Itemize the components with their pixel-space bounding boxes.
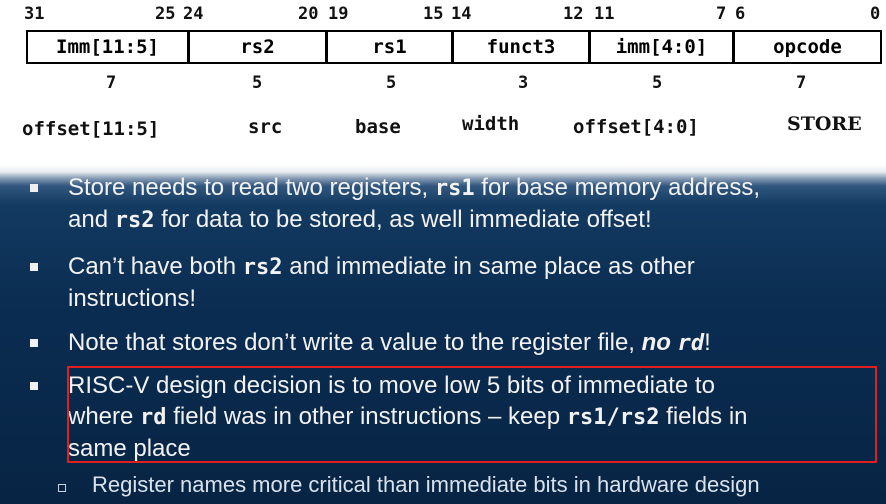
bullet-1-text-d: for data to be stored, as well immediate… [154, 206, 652, 233]
bit-number-25: 25 [155, 4, 176, 24]
bullet-3-no: no [641, 329, 678, 356]
width-imm-4-0: 5 [652, 73, 663, 93]
bit-number-6: 6 [735, 4, 746, 24]
bullet-1-text-b: for base memory address, [474, 174, 761, 201]
field-imm-4-0: imm[4:0] [591, 32, 735, 62]
sub-bullet-square-icon [58, 484, 66, 492]
bit-number-0: 0 [870, 4, 881, 24]
field-funct3: funct3 [454, 32, 591, 62]
bullet-3-rd: rd [677, 331, 705, 356]
label-offset-4-0: offset[4:0] [573, 116, 699, 138]
bullet-2-text-b: and immediate in same place as other [282, 253, 695, 280]
label-width: width [462, 113, 520, 135]
bullet-square-icon [30, 184, 38, 192]
bullet-1-rs1: rs1 [434, 176, 475, 201]
field-rs1: rs1 [328, 32, 454, 62]
bit-number-14: 14 [451, 4, 472, 24]
field-imm-11-5: Imm[11:5] [28, 32, 190, 62]
label-store: STORE [787, 113, 862, 135]
bit-number-7: 7 [716, 4, 727, 24]
bit-number-24: 24 [183, 4, 204, 24]
field-rs2: rs2 [190, 32, 328, 62]
width-rs2: 5 [252, 73, 263, 93]
field-opcode: opcode [773, 36, 842, 58]
bullet-2-rs2: rs2 [242, 255, 283, 280]
bullet-1-rs2: rs2 [114, 208, 155, 233]
bit-number-20: 20 [298, 4, 319, 24]
label-offset-11-5: offset[11:5] [22, 118, 160, 140]
bullet-square-icon [30, 382, 38, 390]
bullet-2-text-c: instructions! [68, 285, 197, 312]
bit-number-31: 31 [24, 4, 45, 24]
bit-number-12: 12 [563, 4, 584, 24]
width-funct3: 3 [518, 73, 529, 93]
bit-number-19: 19 [328, 4, 349, 24]
bullet-item-2: Can’t have both rs2 and immediate in sam… [30, 251, 695, 314]
bullet-3-text-b: ! [704, 329, 711, 356]
bullet-2-text-a: Can’t have both [68, 253, 243, 280]
width-opcode: 7 [796, 73, 807, 93]
bit-number-15: 15 [423, 4, 444, 24]
label-base: base [355, 116, 401, 138]
bullet-1-text-c: and [68, 206, 115, 233]
width-imm-11-5: 7 [106, 73, 117, 93]
width-rs1: 5 [386, 73, 397, 93]
bit-number-11: 11 [594, 4, 615, 24]
bullet-item-1: Store needs to read two registers, rs1 f… [30, 172, 760, 236]
bullet-3-text-a: Note that stores don’t write a value to … [68, 329, 642, 356]
bullet-square-icon [30, 339, 38, 347]
label-src: src [248, 116, 283, 138]
bullet-square-icon [30, 263, 38, 271]
sub-bullet-text: Register names more critical than immedi… [92, 472, 760, 497]
highlight-box [67, 366, 877, 463]
bullet-item-3: Note that stores don’t write a value to … [30, 327, 711, 359]
sub-bullet-item: Register names more critical than immedi… [58, 472, 760, 498]
store-instruction-format: Imm[11:5] rs2 rs1 funct3 imm[4:0] opcode [26, 30, 882, 64]
bullet-1-text-a: Store needs to read two registers, [68, 174, 435, 201]
